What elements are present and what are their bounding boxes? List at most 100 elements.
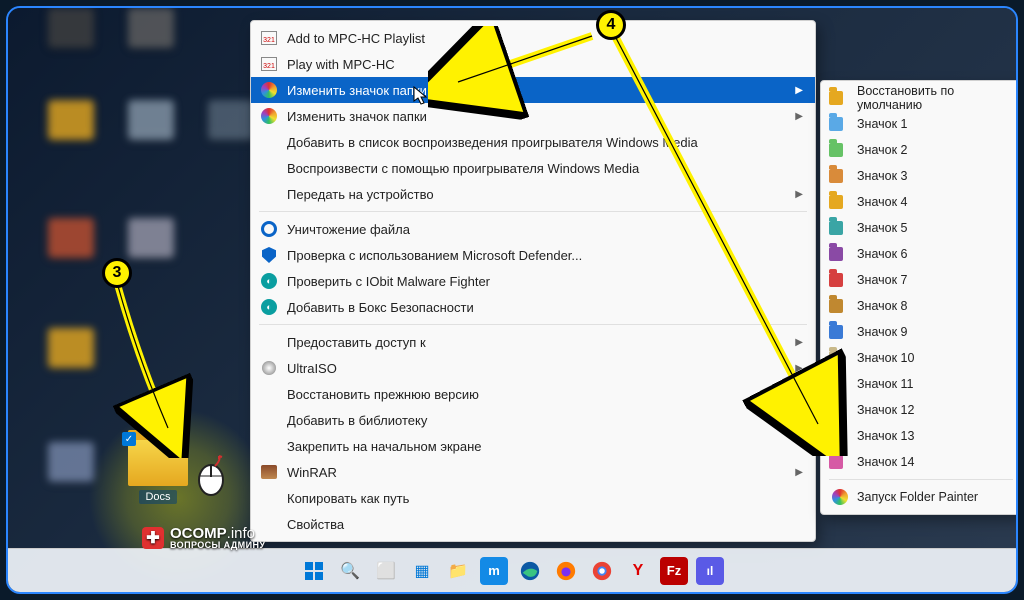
menu-item[interactable]: Закрепить на начальном экране bbox=[251, 433, 815, 459]
desktop-icon[interactable] bbox=[124, 100, 178, 166]
desktop-icon[interactable] bbox=[44, 218, 98, 284]
chrome-icon[interactable] bbox=[588, 557, 616, 585]
submenu-icon-7[interactable]: Значок 7 bbox=[821, 267, 1018, 293]
menu-item[interactable]: 321Play with MPC-HC bbox=[251, 51, 815, 77]
widgets-icon[interactable]: ▦ bbox=[408, 557, 436, 585]
filezilla-icon[interactable]: Fz bbox=[660, 557, 688, 585]
submenu-icon-6[interactable]: Значок 6 bbox=[821, 241, 1018, 267]
submenu-icon-10[interactable]: Значок 10 bbox=[821, 345, 1018, 371]
chevron-right-icon: ▶ bbox=[795, 189, 803, 200]
folder-color-icon bbox=[829, 325, 851, 339]
menu-item-label: Проверка с использованием Microsoft Defe… bbox=[287, 248, 582, 263]
menu-item-label: Изменить значок папки bbox=[287, 83, 427, 98]
menu-item[interactable]: UltraISO ▶ bbox=[251, 355, 815, 381]
menu-item[interactable]: Изменить значок папки▶ bbox=[251, 103, 815, 129]
selected-folder-docs[interactable]: ✓ Docs bbox=[118, 438, 198, 518]
maxthon-icon[interactable]: m bbox=[480, 557, 508, 585]
submenu-icon-4[interactable]: Значок 4 bbox=[821, 189, 1018, 215]
submenu-icon-5[interactable]: Значок 5 bbox=[821, 215, 1018, 241]
submenu-item-label: Запуск Folder Painter bbox=[857, 490, 978, 504]
folder-color-icon bbox=[829, 377, 851, 391]
submenu-icon-14[interactable]: Значок 14 bbox=[821, 449, 1018, 475]
submenu-icon-2[interactable]: Значок 2 bbox=[821, 137, 1018, 163]
folder-color-icon bbox=[829, 351, 851, 365]
submenu-item-label: Значок 8 bbox=[857, 299, 908, 313]
desktop-icon[interactable] bbox=[44, 328, 98, 394]
menu-item[interactable]: Добавить в список воспроизведения проигр… bbox=[251, 129, 815, 155]
menu-item[interactable]: Свойства bbox=[251, 511, 815, 537]
folder-color-icon bbox=[829, 489, 851, 505]
menu-item-label: Play with MPC-HC bbox=[287, 57, 395, 72]
menu-item[interactable]: ◐Добавить в Бокс Безопасности bbox=[251, 294, 815, 320]
menu-item[interactable]: Уничтожение файла bbox=[251, 216, 815, 242]
menu-item[interactable]: Проверка с использованием Microsoft Defe… bbox=[251, 242, 815, 268]
menu-item[interactable]: Предоставить доступ к▶ bbox=[251, 329, 815, 355]
menu-item[interactable]: WinRAR▶ bbox=[251, 459, 815, 485]
menu-item[interactable]: Добавить в библиотеку▶ bbox=[251, 407, 815, 433]
submenu-restore-default[interactable]: Восстановить по умолчанию bbox=[821, 85, 1018, 111]
submenu-icon-8[interactable]: Значок 8 bbox=[821, 293, 1018, 319]
desktop-icon[interactable] bbox=[44, 100, 98, 166]
submenu-item-label: Значок 14 bbox=[857, 455, 914, 469]
start-button[interactable] bbox=[300, 557, 328, 585]
menu-item[interactable]: 321Add to MPC-HC Playlist bbox=[251, 25, 815, 51]
blank-icon bbox=[259, 132, 279, 152]
submenu-item-label: Значок 1 bbox=[857, 117, 908, 131]
app-icon[interactable]: ıl bbox=[696, 557, 724, 585]
taskview-icon[interactable]: ⬜ bbox=[372, 557, 400, 585]
yandex-icon[interactable]: Y bbox=[624, 557, 652, 585]
menu-item-label: Воспроизвести с помощью проигрывателя Wi… bbox=[287, 161, 639, 176]
chevron-right-icon: ▶ bbox=[795, 363, 803, 374]
folder-color-icon bbox=[829, 455, 851, 469]
menu-separator bbox=[259, 211, 807, 212]
menu-item[interactable]: ◐ Проверить с IObit Malware Fighter bbox=[251, 268, 815, 294]
menu-item[interactable]: Восстановить прежнюю версию bbox=[251, 381, 815, 407]
chevron-right-icon: ▶ bbox=[795, 337, 803, 348]
firefox-icon[interactable] bbox=[552, 557, 580, 585]
desktop-icon[interactable] bbox=[44, 8, 98, 74]
menu-item-label: Уничтожение файла bbox=[287, 222, 410, 237]
submenu-item-label: Значок 7 bbox=[857, 273, 908, 287]
desktop-icon[interactable] bbox=[124, 218, 178, 284]
iobit-icon: ◐ bbox=[259, 271, 279, 291]
submenu-change-icon: Восстановить по умолчанию Значок 1 Значок … bbox=[820, 80, 1018, 515]
submenu-icon-12[interactable]: Значок 12 bbox=[821, 397, 1018, 423]
submenu-item-label: Восстановить по умолчанию bbox=[857, 84, 1009, 112]
edge-icon[interactable] bbox=[516, 557, 544, 585]
blank-icon bbox=[259, 184, 279, 204]
submenu-icon-13[interactable]: Значок 13 bbox=[821, 423, 1018, 449]
winrar-icon bbox=[259, 462, 279, 482]
folder-color-icon bbox=[829, 403, 851, 417]
blank-icon bbox=[259, 384, 279, 404]
submenu-item-label: Значок 3 bbox=[857, 169, 908, 183]
folder-color-icon bbox=[829, 221, 851, 235]
annotation-badge-3: 3 bbox=[102, 258, 132, 288]
search-icon[interactable]: 🔍 bbox=[336, 557, 364, 585]
submenu-launch-folderpainter[interactable]: Запуск Folder Painter bbox=[821, 484, 1018, 510]
desktop-icon[interactable] bbox=[124, 8, 178, 74]
submenu-icon-11[interactable]: Значок 11 bbox=[821, 371, 1018, 397]
submenu-icon-1[interactable]: Значок 1 bbox=[821, 111, 1018, 137]
menu-item-label: Свойства bbox=[287, 517, 344, 532]
menu-item[interactable]: Воспроизвести с помощью проигрывателя Wi… bbox=[251, 155, 815, 181]
watermark-logo-icon: ✚ bbox=[142, 527, 164, 549]
right-click-hint-icon bbox=[193, 452, 229, 496]
explorer-icon[interactable]: 📁 bbox=[444, 557, 472, 585]
watermark: ✚ OCOMP.info ВОПРОСЫ АДМИНУ bbox=[142, 525, 265, 550]
menu-item-label: Проверить с IObit Malware Fighter bbox=[287, 274, 490, 289]
menu-separator bbox=[259, 324, 807, 325]
menu-item[interactable]: Передать на устройство▶ bbox=[251, 181, 815, 207]
menu-item-label: UltraISO bbox=[287, 361, 337, 376]
blank-icon bbox=[259, 436, 279, 456]
submenu-item-label: Значок 6 bbox=[857, 247, 908, 261]
submenu-icon-3[interactable]: Значок 3 bbox=[821, 163, 1018, 189]
blank-icon bbox=[259, 410, 279, 430]
submenu-item-label: Значок 10 bbox=[857, 351, 914, 365]
menu-item[interactable]: Изменить значок папки▶ bbox=[251, 77, 815, 103]
folder-color-icon bbox=[829, 299, 851, 313]
menu-item-label: WinRAR bbox=[287, 465, 337, 480]
submenu-item-label: Значок 4 bbox=[857, 195, 908, 209]
folderpainter-icon bbox=[259, 106, 279, 126]
menu-item[interactable]: Копировать как путь bbox=[251, 485, 815, 511]
submenu-icon-9[interactable]: Значок 9 bbox=[821, 319, 1018, 345]
